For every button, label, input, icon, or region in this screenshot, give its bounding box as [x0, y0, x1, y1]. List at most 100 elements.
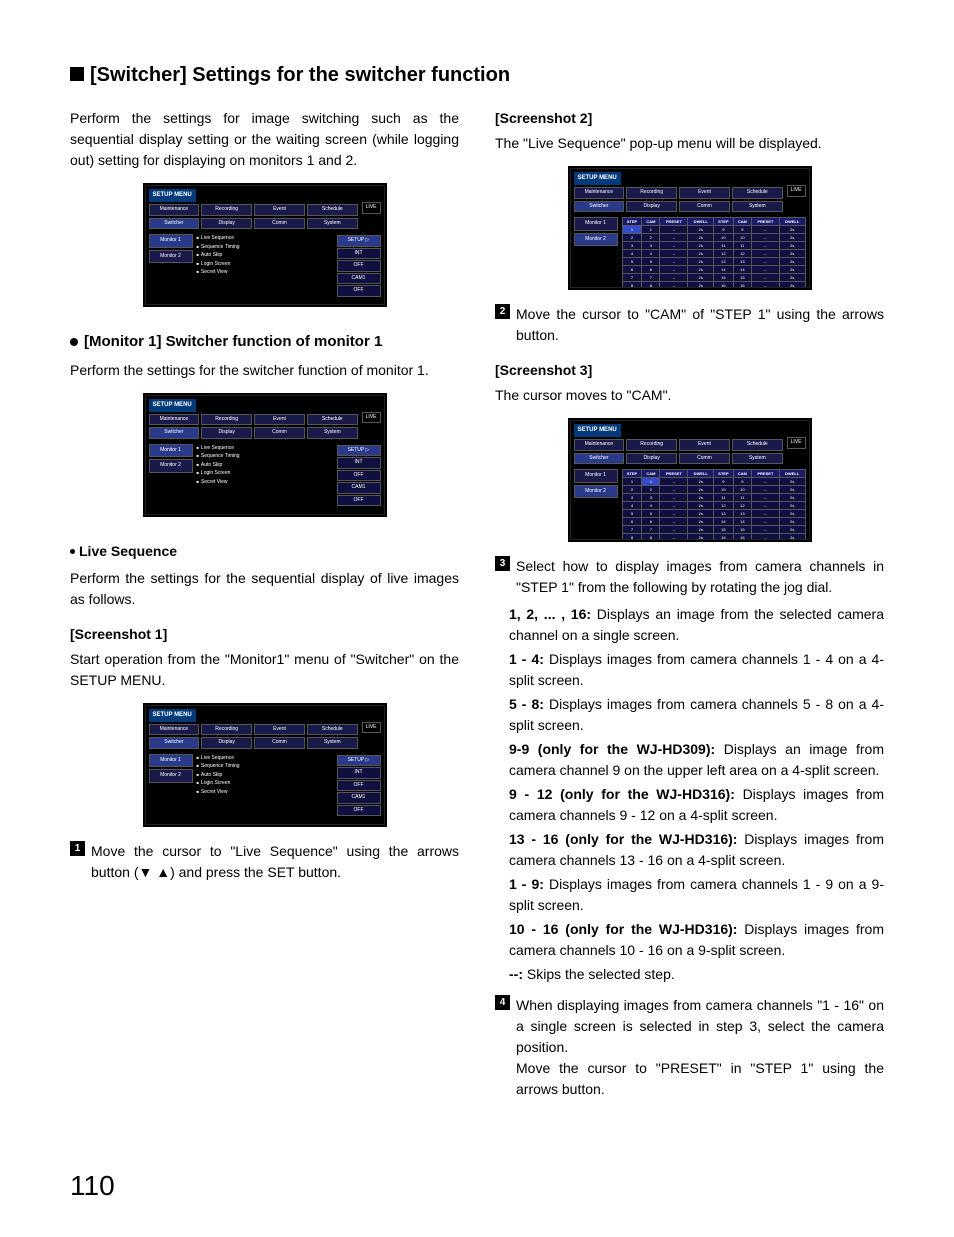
- side-btn: Monitor 1: [574, 469, 618, 483]
- screenshot-monitor1: SETUP MENU Maintenance Recording Event S…: [143, 393, 387, 517]
- option-text: Displays images from camera channels 1 -…: [509, 651, 884, 688]
- tab: System: [732, 201, 783, 213]
- mini-dot-icon: [70, 549, 75, 554]
- opt: Sequence Timing: [197, 453, 333, 461]
- dot-icon: [70, 338, 78, 346]
- intro-text: Perform the settings for image switching…: [70, 108, 459, 171]
- tab: Recording: [626, 439, 677, 451]
- val: OFF: [337, 260, 381, 272]
- side-btn: Monitor 2: [149, 459, 193, 473]
- opt: Auto Skip: [197, 252, 333, 260]
- tab: Comm: [679, 201, 730, 213]
- ss1-text: Start operation from the "Monitor1" menu…: [70, 649, 459, 691]
- tab: Recording: [201, 724, 252, 736]
- option-lead: 1 - 4:: [509, 651, 544, 667]
- popup-table: STEPCAMPRESETDWELLSTEPCAMPRESETDWELL11--…: [622, 217, 806, 288]
- ss3-label: [Screenshot 3]: [495, 360, 884, 381]
- tab: Switcher: [149, 427, 200, 439]
- option-row: 9 - 12 (only for the WJ-HD316): Displays…: [509, 784, 884, 826]
- opt: Secret View: [197, 479, 333, 487]
- opt: Login Screen: [197, 261, 333, 269]
- val: SETUP ▷: [337, 235, 381, 247]
- tab: Schedule: [307, 724, 358, 736]
- live-indicator: LIVE: [787, 437, 806, 449]
- screenshot-switcher-main: SETUP MENU Maintenance Recording Event S…: [143, 183, 387, 307]
- setup-menu-title: SETUP MENU: [149, 399, 196, 412]
- tab: Event: [254, 414, 305, 426]
- step-4-text: When displaying images from camera chann…: [516, 995, 884, 1100]
- opt: Sequence Timing: [197, 763, 333, 771]
- tab: Switcher: [574, 453, 625, 465]
- val: OFF: [337, 470, 381, 482]
- side-btn: Monitor 1: [574, 217, 618, 231]
- val: INT: [337, 767, 381, 779]
- tab: Display: [201, 737, 252, 749]
- tab: Switcher: [149, 737, 200, 749]
- step-3-text: Select how to display images from camera…: [516, 556, 884, 598]
- option-row: 10 - 16 (only for the WJ-HD316): Display…: [509, 919, 884, 961]
- val: CAM1: [337, 792, 381, 804]
- ss1-label: [Screenshot 1]: [70, 624, 459, 645]
- tab-selected: Switcher: [149, 218, 200, 230]
- tab: Schedule: [732, 439, 783, 451]
- val: SETUP ▷: [337, 755, 381, 767]
- live-indicator: LIVE: [362, 202, 381, 214]
- option-text: Displays images from camera channels 5 -…: [509, 696, 884, 733]
- step-4-text-a: When displaying images from camera chann…: [516, 997, 884, 1055]
- tab: Maintenance: [149, 204, 200, 216]
- page-heading: [Switcher] Settings for the switcher fun…: [70, 60, 884, 90]
- setup-menu-title: SETUP MENU: [149, 709, 196, 722]
- popup-table: STEPCAMPRESETDWELLSTEPCAMPRESETDWELL11--…: [622, 469, 806, 540]
- tab: Switcher: [574, 201, 625, 213]
- setup-menu-title: SETUP MENU: [574, 424, 621, 437]
- opt: Live Sequence: [197, 755, 333, 763]
- opt: Login Screen: [197, 780, 333, 788]
- tab: Display: [626, 201, 677, 213]
- val: INT: [337, 248, 381, 260]
- screenshot-3: SETUP MENU Maintenance Recording Event S…: [568, 418, 812, 542]
- opt: Live Sequence: [197, 445, 333, 453]
- tab: Comm: [679, 453, 730, 465]
- opt: Secret View: [197, 269, 333, 277]
- monitor1-heading: [Monitor 1] Switcher function of monitor…: [70, 331, 459, 354]
- side-btn: Monitor 2: [574, 233, 618, 247]
- tab: Maintenance: [574, 439, 625, 451]
- live-indicator: LIVE: [362, 412, 381, 424]
- heading-text: [Switcher] Settings for the switcher fun…: [90, 64, 510, 86]
- tab: Display: [201, 218, 252, 230]
- val: OFF: [337, 495, 381, 507]
- tab: Schedule: [307, 204, 358, 216]
- option-lead: 10 - 16 (only for the WJ-HD316):: [509, 921, 737, 937]
- live-indicator: LIVE: [362, 722, 381, 734]
- option-text: Displays images from camera channels 1 -…: [509, 876, 884, 913]
- option-lead: 1 - 9:: [509, 876, 544, 892]
- step-1-text: Move the cursor to "Live Sequence" using…: [91, 841, 459, 883]
- screenshot-2: SETUP MENU Maintenance Recording Event S…: [568, 166, 812, 290]
- side-btn: Monitor 1: [149, 754, 193, 768]
- right-column: [Screenshot 2] The "Live Sequence" pop-u…: [495, 108, 884, 1106]
- liveseq-heading-text: Live Sequence: [79, 543, 177, 559]
- side-btn: Monitor 2: [149, 769, 193, 783]
- val: INT: [337, 457, 381, 469]
- step-4-badge: 4: [495, 995, 510, 1010]
- tab: Comm: [254, 218, 305, 230]
- option-lead: 9 - 12 (only for the WJ-HD316):: [509, 786, 735, 802]
- val: OFF: [337, 805, 381, 817]
- tab: Maintenance: [149, 414, 200, 426]
- tab: Schedule: [307, 414, 358, 426]
- setup-menu-title: SETUP MENU: [574, 172, 621, 185]
- side-btn: Monitor 2: [574, 485, 618, 499]
- tab: Comm: [254, 427, 305, 439]
- opt: Auto Skip: [197, 462, 333, 470]
- step-2-badge: 2: [495, 304, 510, 319]
- tab: System: [307, 427, 358, 439]
- ss2-label: [Screenshot 2]: [495, 108, 884, 129]
- option-lead: 13 - 16 (only for the WJ-HD316):: [509, 831, 737, 847]
- opt: Auto Skip: [197, 772, 333, 780]
- opt: Live Sequence: [197, 235, 333, 243]
- tab: Display: [201, 427, 252, 439]
- option-row: 1 - 4: Displays images from camera chann…: [509, 649, 884, 691]
- option-row: 1 - 9: Displays images from camera chann…: [509, 874, 884, 916]
- opt: Login Screen: [197, 470, 333, 478]
- options-list: 1, 2, ... , 16: Displays an image from t…: [509, 604, 884, 985]
